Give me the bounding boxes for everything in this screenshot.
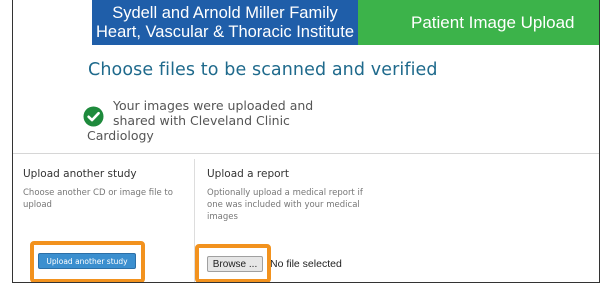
page-frame: Sydell and Arnold Miller Family Heart, V… — [12, 0, 600, 283]
file-status-text: No file selected — [270, 258, 342, 270]
upload-success-message: Your images were uploaded and shared wit… — [87, 98, 317, 143]
app-title: Patient Image Upload — [411, 13, 575, 32]
upload-study-heading: Upload another study — [23, 168, 137, 180]
browse-button[interactable]: Browse ... — [207, 256, 263, 272]
institute-name-line1: Sydell and Arnold Miller Family — [112, 4, 338, 22]
upload-study-description: Choose another CD or image file to uploa… — [23, 187, 183, 211]
upload-report-description-line3: images — [207, 212, 238, 222]
upload-report-description-line1: Optionally upload a medical report if — [207, 188, 363, 198]
upload-report-description-line2: one was included with your medical — [207, 200, 360, 210]
institute-name-line2: Heart, Vascular & Thoracic Institute — [96, 23, 354, 41]
upload-report-heading: Upload a report — [207, 168, 289, 180]
upload-report-description: Optionally upload a medical report if on… — [207, 187, 367, 223]
institute-banner: Sydell and Arnold Miller Family Heart, V… — [92, 0, 358, 45]
page-title: Choose files to be scanned and verified — [88, 60, 438, 80]
success-line3: Cardiology — [87, 128, 154, 143]
success-line1: Your images were uploaded and — [113, 98, 314, 113]
upload-study-description-line1: Choose another CD or image file to — [23, 188, 173, 198]
upload-another-study-button[interactable]: Upload another study — [38, 253, 136, 269]
success-line2: shared with Cleveland Clinic — [113, 113, 290, 128]
app-title-banner: Patient Image Upload — [358, 0, 599, 45]
column-divider — [194, 159, 195, 282]
upload-study-description-line2: upload — [23, 200, 52, 210]
section-divider — [13, 153, 599, 154]
